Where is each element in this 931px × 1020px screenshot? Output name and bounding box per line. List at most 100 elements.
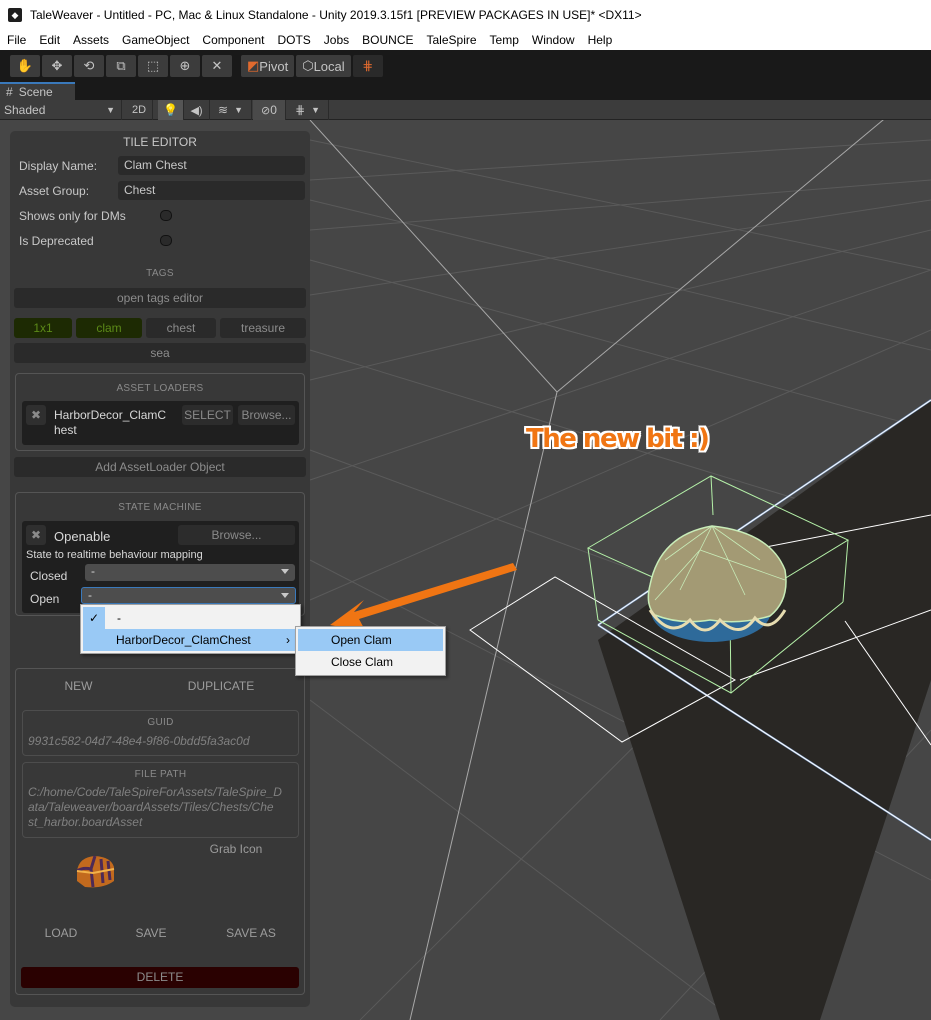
hand-tool-button[interactable]: ✋	[10, 55, 40, 77]
state-dropdown-menu: ✓ - HarborDecor_ClamChest ›	[80, 604, 301, 654]
duplicate-button[interactable]: DUPLICATE	[176, 679, 266, 693]
window-title-bar: ◆ TaleWeaver - Untitled - PC, Mac & Linu…	[0, 0, 931, 30]
display-name-input[interactable]: Clam Chest	[118, 156, 305, 175]
loader-select-button[interactable]: SELECT	[182, 405, 233, 425]
rect-icon: ⬚	[146, 58, 160, 73]
asset-group-input[interactable]: Chest	[118, 181, 305, 200]
menu-help[interactable]: Help	[581, 33, 619, 47]
menu-item-none-label: -	[117, 611, 121, 625]
chevron-down-icon	[281, 593, 289, 598]
tag-clam[interactable]: clam	[76, 318, 142, 338]
effects-dropdown[interactable]: ≋ ▼	[210, 100, 252, 120]
local-cube-icon: ⬡	[302, 58, 314, 73]
close-icon: ✖	[30, 408, 42, 422]
chest-icon	[76, 855, 115, 888]
move-tool-button[interactable]: ✥	[42, 55, 72, 77]
lighting-toggle-button[interactable]: 💡	[158, 100, 184, 120]
2d-label: 2D	[131, 104, 147, 116]
state-submenu: Open Clam Close Clam	[295, 626, 446, 676]
chevron-right-icon: ›	[286, 633, 290, 647]
scene-tab[interactable]: # Scene	[0, 82, 75, 100]
open-tags-editor-button[interactable]: open tags editor	[14, 288, 306, 308]
audio-toggle-button[interactable]: ◀)	[184, 100, 210, 120]
main-toolbar: ✋ ✥ ⟲ ⧉ ⬚ ⊕ ✕ ◩ Pivot ⬡ Local ⋕	[0, 50, 931, 82]
menu-component[interactable]: Component	[195, 33, 270, 47]
shading-mode-dropdown[interactable]: Shaded ▼	[0, 100, 122, 120]
asset-group-label: Asset Group:	[19, 184, 90, 198]
hidden-count: 0	[270, 103, 277, 117]
load-button[interactable]: LOAD	[36, 926, 86, 940]
clam-chest-model	[647, 525, 787, 642]
menu-assets[interactable]: Assets	[66, 33, 115, 47]
add-assetloader-button[interactable]: Add AssetLoader Object	[14, 457, 306, 477]
menu-temp[interactable]: Temp	[483, 33, 525, 47]
grid-snap-button[interactable]: ⋕	[352, 55, 383, 77]
open-clam-label: Open Clam	[331, 633, 392, 647]
2d-toggle-button[interactable]: 2D	[126, 100, 153, 120]
speaker-icon: ◀)	[190, 104, 203, 117]
close-icon: ✖	[30, 528, 42, 542]
remove-loader-button[interactable]: ✖	[26, 405, 46, 425]
scale-tool-button[interactable]: ⧉	[106, 55, 136, 77]
lightbulb-icon: 💡	[163, 103, 178, 117]
window-title: TaleWeaver - Untitled - PC, Mac & Linux …	[30, 8, 642, 22]
menu-jobs[interactable]: Jobs	[317, 33, 355, 47]
menu-edit[interactable]: Edit	[32, 33, 66, 47]
layers-icon: ≋	[218, 103, 229, 117]
transform-tool-button[interactable]: ⊕	[170, 55, 200, 77]
tag-sea[interactable]: sea	[14, 343, 306, 363]
delete-button[interactable]: DELETE	[21, 967, 299, 988]
chevron-down-icon: ▼	[106, 105, 115, 115]
hidden-objects-toggle[interactable]: ⊘ 0	[253, 100, 286, 120]
rotate-tool-button[interactable]: ⟲	[74, 55, 104, 77]
state-machine-browse-button[interactable]: Browse...	[178, 525, 295, 545]
guid-box: GUID 9931c582-04d7-48e4-9f86-0bdd5fa3ac0…	[22, 710, 299, 756]
loader-browse-button[interactable]: Browse...	[238, 405, 295, 425]
new-button[interactable]: NEW	[46, 679, 111, 693]
checkmark-icon: ✓	[83, 607, 105, 629]
save-as-button[interactable]: SAVE AS	[216, 926, 286, 940]
menu-item-none[interactable]: ✓ -	[83, 607, 298, 629]
file-path-heading: FILE PATH	[134, 769, 187, 780]
state-closed-dropdown[interactable]: -	[85, 564, 295, 581]
grid-icon: #	[6, 85, 13, 99]
menu-talespire[interactable]: TaleSpire	[420, 33, 483, 47]
annotation-arrow	[330, 563, 517, 632]
unity-logo-icon: ◆	[8, 8, 22, 22]
tag-treasure[interactable]: treasure	[220, 318, 306, 338]
state-machine-item: ✖ Openable Browse... State to realtime b…	[22, 521, 299, 613]
loader-name-line1: HarborDecor_ClamC	[54, 408, 167, 422]
state-open-dropdown[interactable]: -	[81, 587, 296, 604]
guid-heading: GUID	[147, 717, 174, 728]
file-path-line2: ata/Taleweaver/boardAssets/Tiles/Chests/…	[28, 800, 274, 814]
tag-1x1[interactable]: 1x1	[14, 318, 72, 338]
tile-editor-panel: TILE EDITOR Display Name: Clam Chest Ass…	[10, 131, 310, 1007]
dm-only-toggle[interactable]	[160, 210, 172, 221]
menu-item-harbordecor-label: HarborDecor_ClamChest	[116, 633, 251, 647]
remove-state-machine-button[interactable]: ✖	[26, 525, 46, 545]
menu-item-harbordecor-clamchest[interactable]: HarborDecor_ClamChest ›	[83, 629, 298, 651]
grab-icon-button[interactable]: Grab Icon	[196, 842, 276, 856]
menu-dots[interactable]: DOTS	[270, 33, 316, 47]
menu-gameobject[interactable]: GameObject	[115, 33, 195, 47]
save-button[interactable]: SAVE	[126, 926, 176, 940]
deprecated-toggle[interactable]	[160, 235, 172, 246]
move-icon: ✥	[51, 58, 63, 73]
state-machine-name: Openable	[54, 529, 111, 544]
submenu-item-open-clam[interactable]: Open Clam	[298, 629, 443, 651]
grid-snap-icon: ⋕	[362, 58, 374, 73]
local-toggle-button[interactable]: ⬡ Local	[296, 55, 351, 77]
grid-dropdown[interactable]: ⋕ ▼	[287, 100, 329, 120]
scene-tab-label: Scene	[18, 85, 53, 99]
tag-chest[interactable]: chest	[146, 318, 216, 338]
rect-tool-button[interactable]: ⬚	[138, 55, 168, 77]
menu-bounce[interactable]: BOUNCE	[355, 33, 419, 47]
menu-window[interactable]: Window	[525, 33, 581, 47]
asset-loader-item: ✖ HarborDecor_ClamC hest SELECT Browse..…	[22, 401, 299, 445]
custom-tool-button[interactable]: ✕	[202, 55, 232, 77]
pivot-toggle-button[interactable]: ◩ Pivot	[241, 55, 295, 77]
annotation-text: The new bit :)	[526, 424, 710, 454]
submenu-item-close-clam[interactable]: Close Clam	[298, 651, 443, 673]
state-machine-section: STATE MACHINE ✖ Openable Browse... State…	[15, 492, 305, 616]
menu-file[interactable]: File	[0, 33, 32, 47]
